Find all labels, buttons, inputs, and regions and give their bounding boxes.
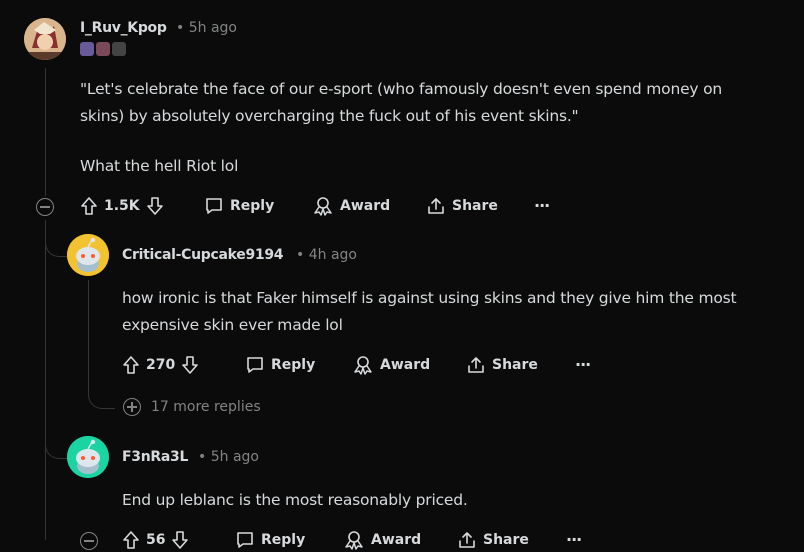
- reply-button[interactable]: Reply: [245, 355, 315, 375]
- avatar[interactable]: [67, 234, 109, 276]
- timestamp: • 4h ago: [296, 247, 357, 263]
- thread-line-reply[interactable]: [88, 280, 89, 390]
- share-button[interactable]: Share: [457, 530, 529, 550]
- more-options-button[interactable]: ···: [566, 530, 582, 549]
- award-label: Award: [371, 532, 422, 548]
- vote-controls: 56: [122, 530, 189, 550]
- comment-line: End up leblanc is the most reasonably pr…: [122, 491, 468, 509]
- flair-icon: [96, 42, 110, 56]
- vote-count: 270: [146, 357, 176, 373]
- share-label: Share: [492, 357, 538, 373]
- collapse-button[interactable]: [36, 198, 54, 216]
- downvote-icon[interactable]: [181, 355, 199, 375]
- comment-body: End up leblanc is the most reasonably pr…: [122, 487, 802, 514]
- reply-label: Reply: [271, 357, 316, 373]
- award-label: Award: [380, 357, 431, 373]
- reply-icon: [206, 198, 222, 214]
- vote-controls: 1.5K: [80, 196, 164, 216]
- reply-label: Reply: [261, 532, 306, 548]
- award-button[interactable]: Award: [312, 196, 390, 216]
- flair-icon: [112, 42, 126, 56]
- collapse-button[interactable]: [80, 532, 98, 550]
- flair-icon: [80, 42, 94, 56]
- vote-count: 1.5K: [104, 198, 140, 214]
- award-icon: [354, 356, 372, 375]
- username[interactable]: I_Ruv_Kpop: [80, 20, 167, 36]
- award-label: Award: [340, 198, 391, 214]
- vote-controls: 270: [122, 355, 199, 375]
- snoo-avatar-icon: [67, 234, 109, 276]
- avatar-image: [24, 18, 66, 60]
- comment-body: how ironic is that Faker himself is agai…: [122, 285, 802, 339]
- separator-dot: •: [176, 20, 185, 36]
- share-button[interactable]: Share: [466, 355, 538, 375]
- comment-line: "Let's celebrate the face of our e-sport…: [80, 80, 723, 98]
- share-button[interactable]: Share: [426, 196, 498, 216]
- thread-line-main-lower[interactable]: [45, 220, 46, 540]
- downvote-icon[interactable]: [171, 530, 189, 550]
- comment-line: [80, 130, 795, 153]
- downvote-icon[interactable]: [146, 196, 164, 216]
- share-label: Share: [452, 198, 498, 214]
- time-text: 5h ago: [210, 449, 259, 465]
- share-icon: [459, 532, 475, 548]
- reply-icon: [247, 357, 263, 373]
- reply-label: Reply: [230, 198, 275, 214]
- award-button[interactable]: Award: [343, 530, 421, 550]
- comment-body: "Let's celebrate the face of our e-sport…: [80, 76, 795, 180]
- share-icon: [428, 198, 444, 214]
- upvote-icon[interactable]: [80, 196, 98, 216]
- comment-line: What the hell Riot lol: [80, 157, 239, 175]
- thread-curve: [45, 420, 68, 459]
- timestamp: • 5h ago: [198, 449, 259, 465]
- separator-dot: •: [198, 449, 207, 465]
- username[interactable]: F3nRa3L: [122, 449, 188, 465]
- reply-button[interactable]: Reply: [204, 196, 274, 216]
- thread-line-main[interactable]: [45, 68, 46, 196]
- comment-line: expensive skin ever made lol: [122, 316, 343, 334]
- more-options-button[interactable]: ···: [575, 355, 591, 374]
- thread-curve: [45, 220, 68, 257]
- snoo-avatar-icon: [67, 436, 109, 478]
- comment-line: skins) by absolutely overcharging the fu…: [80, 107, 579, 125]
- award-icon: [345, 531, 363, 550]
- share-label: Share: [483, 532, 529, 548]
- reply-icon: [237, 532, 253, 548]
- username[interactable]: Critical-Cupcake9194: [122, 247, 284, 263]
- upvote-icon[interactable]: [122, 355, 140, 375]
- avatar[interactable]: [67, 436, 109, 478]
- user-flair: [80, 42, 126, 56]
- time-text: 4h ago: [308, 247, 357, 263]
- expand-plus-icon: [123, 398, 141, 416]
- award-icon: [314, 197, 332, 216]
- more-options-button[interactable]: ···: [534, 196, 550, 215]
- upvote-icon[interactable]: [122, 530, 140, 550]
- vote-count: 56: [146, 532, 166, 548]
- timestamp: • 5h ago: [176, 20, 237, 36]
- separator-dot: •: [296, 247, 305, 263]
- share-icon: [468, 357, 484, 373]
- award-button[interactable]: Award: [352, 355, 430, 375]
- comment-line: how ironic is that Faker himself is agai…: [122, 289, 737, 307]
- thread-curve: [88, 388, 115, 409]
- more-replies-label: 17 more replies: [151, 399, 261, 415]
- reply-button[interactable]: Reply: [235, 530, 305, 550]
- avatar[interactable]: [24, 18, 66, 60]
- more-replies-link[interactable]: 17 more replies: [123, 398, 261, 416]
- time-text: 5h ago: [188, 20, 237, 36]
